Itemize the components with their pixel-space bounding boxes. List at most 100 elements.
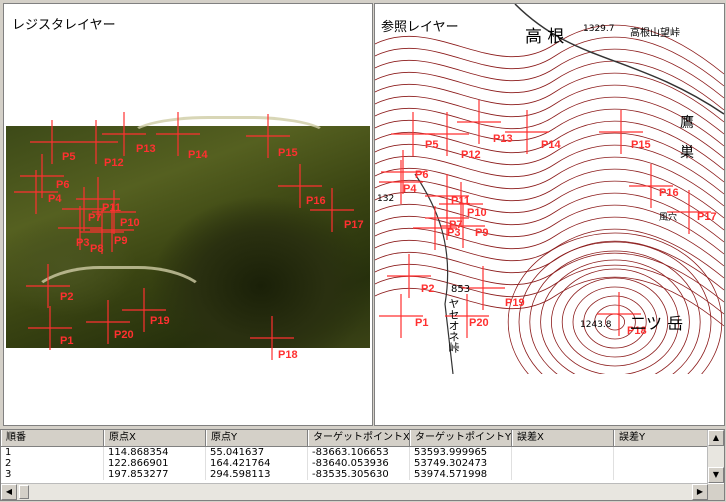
right-control-point-p1[interactable]: P1 [379, 294, 428, 338]
left-control-point-p20[interactable]: P20 [86, 300, 134, 344]
scroll-left-button[interactable]: ◀ [1, 484, 17, 500]
right-control-point-p12[interactable]: P12 [425, 112, 481, 161]
table-cell[interactable] [614, 447, 716, 458]
left-point-label: P10 [120, 217, 140, 229]
control-point-table[interactable]: 順番 原点X 原点Y ターゲットポイントX ターゲットポイントY 誤差X 誤差Y 1 114.… [0, 429, 725, 501]
horizontal-scrollbar[interactable]: ◀ ▶ [1, 483, 708, 500]
left-point-label: P20 [114, 329, 134, 341]
left-control-point-p15[interactable]: P15 [246, 114, 298, 159]
right-point-label: P14 [541, 139, 561, 151]
map-label-kanji: 風穴 [659, 213, 678, 223]
table-cell[interactable]: 114.868354 [104, 447, 206, 458]
right-control-point-p16[interactable]: P16 [629, 164, 679, 208]
table-cell[interactable] [512, 447, 614, 458]
table-row[interactable]: 3 197.853277 294.598113 -83535.305630 53974.… [1, 469, 724, 480]
table-cell[interactable]: 197.853277 [104, 469, 206, 480]
table-cell[interactable]: 1 [1, 447, 104, 458]
table-row[interactable]: 1 114.868354 55.041637 -83663.106653 53593.9… [1, 447, 724, 458]
right-point-label: P6 [415, 169, 428, 181]
left-control-point-p16[interactable]: P16 [278, 164, 326, 208]
right-control-point-p15[interactable]: P15 [599, 110, 651, 154]
left-point-label: P8 [90, 243, 103, 255]
vertical-scrollbar[interactable]: ▲ ▼ [707, 430, 724, 483]
table-cell[interactable]: 294.598113 [206, 469, 308, 480]
scroll-down-button[interactable]: ▼ [708, 467, 724, 483]
left-point-label: P4 [48, 193, 62, 205]
table-header: 順番 原点X 原点Y ターゲットポイントX ターゲットポイントY 誤差X 誤差Y [1, 430, 724, 447]
table-cell[interactable]: 122.866901 [104, 458, 206, 469]
right-point-label: P15 [631, 139, 651, 151]
left-control-point-p4[interactable]: P4 [14, 170, 62, 214]
right-control-point-p13[interactable]: P13 [457, 100, 513, 145]
left-control-point-p12[interactable]: P12 [74, 120, 124, 169]
column-header[interactable]: 順番 [1, 430, 104, 446]
right-control-point-p14[interactable]: P14 [505, 110, 561, 154]
map-label-kanji: 鷹 [680, 115, 694, 131]
right-control-point-p19[interactable]: P19 [461, 266, 525, 310]
left-point-label: P3 [76, 237, 89, 249]
left-control-points-layer[interactable]: P5P12P13P14P15P6P4P11P7P10P3P8P9P16P17P2… [4, 4, 372, 425]
right-point-label: P12 [461, 149, 481, 161]
left-point-label: P7 [88, 212, 101, 224]
left-point-label: P13 [136, 143, 156, 155]
column-header[interactable]: 誤差X [512, 430, 614, 446]
map-label-elevation: 1243.8 [580, 320, 612, 330]
column-header[interactable]: ターゲットポイントY [410, 430, 512, 446]
right-control-point-p2[interactable]: P2 [387, 254, 434, 298]
map-label-futatsu: 二ツ 岳 [630, 314, 684, 333]
table-cell[interactable] [512, 469, 614, 480]
left-point-label: P6 [56, 179, 69, 191]
map-label-elevation: 132 [377, 194, 395, 204]
right-point-label: P4 [403, 183, 417, 195]
left-point-label: P19 [150, 315, 170, 327]
scroll-right-button[interactable]: ▶ [692, 484, 708, 500]
scroll-thumb[interactable] [19, 485, 29, 499]
table-cell[interactable]: -83663.106653 [308, 447, 410, 458]
left-control-point-p1[interactable]: P1 [28, 306, 73, 350]
left-control-point-p7[interactable]: P7 [62, 187, 106, 231]
table-cell[interactable] [614, 458, 716, 469]
column-header[interactable]: 原点X [104, 430, 206, 446]
scroll-up-button[interactable]: ▲ [708, 430, 724, 446]
table-cell[interactable] [614, 469, 716, 480]
left-point-label: P5 [62, 151, 75, 163]
left-point-label: P15 [278, 147, 298, 159]
right-point-label: P2 [421, 283, 434, 295]
scrollbar-corner [708, 484, 724, 500]
table-cell[interactable]: 3 [1, 469, 104, 480]
left-control-point-p18[interactable]: P18 [250, 316, 298, 361]
left-point-label: P17 [344, 219, 364, 231]
left-point-label: P9 [114, 235, 127, 247]
right-point-label: P3 [447, 227, 460, 239]
table-cell[interactable]: -83640.053936 [308, 458, 410, 469]
register-layer-title: レジスタレイヤー [12, 18, 116, 33]
table-cell[interactable]: 164.421764 [206, 458, 308, 469]
map-label-pass: ヤセオネ峠 [447, 298, 460, 353]
right-point-label: P13 [493, 133, 513, 145]
column-header[interactable]: 原点Y [206, 430, 308, 446]
column-header[interactable]: 誤差Y [614, 430, 716, 446]
table-cell[interactable] [512, 458, 614, 469]
left-control-point-p19[interactable]: P19 [122, 288, 170, 332]
map-label-kanji: 巣 [680, 145, 694, 161]
right-point-label: P10 [467, 207, 487, 219]
table-cell[interactable]: 53974.571998 [410, 469, 512, 480]
table-cell[interactable]: 53593.999965 [410, 447, 512, 458]
left-point-label: P14 [188, 149, 208, 161]
right-control-point-p3[interactable]: P3 [413, 206, 460, 250]
reference-layer-panel[interactable]: 参照レイヤー 高 根 1329.7 高根山望峠 132 鷹 巣 風穴 853 ヤ… [374, 3, 725, 426]
table-cell[interactable]: 55.041637 [206, 447, 308, 458]
left-control-point-p5[interactable]: P5 [30, 120, 75, 164]
map-label-elevation: 853 [451, 284, 471, 295]
table-row[interactable]: 2 122.866901 164.421764 -83640.053936 53749.… [1, 458, 724, 469]
column-header[interactable]: ターゲットポイントX [308, 430, 410, 446]
left-control-point-p13[interactable]: P13 [102, 112, 156, 156]
table-cell[interactable]: -83535.305630 [308, 469, 410, 480]
left-control-point-p14[interactable]: P14 [156, 112, 208, 161]
map-label-takane: 高 根 [525, 27, 565, 47]
register-layer-panel[interactable]: レジスタレイヤー P5P12P13P14P15P6P4P11P7P10P3P8P… [3, 3, 373, 426]
table-cell[interactable]: 53749.302473 [410, 458, 512, 469]
left-control-point-p2[interactable]: P2 [26, 264, 73, 308]
table-cell[interactable]: 2 [1, 458, 104, 469]
left-point-label: P16 [306, 195, 326, 207]
